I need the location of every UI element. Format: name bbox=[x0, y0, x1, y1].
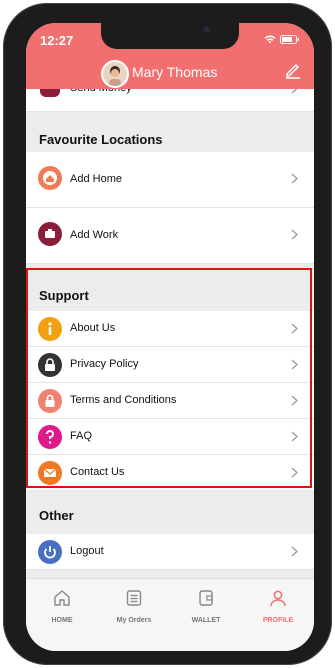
list-item-label: Add Work bbox=[70, 229, 119, 241]
section-title: Favourite Locations bbox=[39, 132, 163, 147]
status-time: 12:27 bbox=[40, 33, 74, 48]
battery-icon bbox=[280, 35, 299, 44]
status-icons bbox=[264, 35, 300, 44]
lock-icon bbox=[38, 389, 62, 413]
home-location-icon bbox=[38, 166, 62, 190]
app-screen: 12:27 Mary Thomas Send Money Favourite L… bbox=[26, 23, 314, 651]
notch bbox=[101, 23, 239, 49]
section-other: Other bbox=[26, 498, 314, 534]
list-item-label: Add Home bbox=[70, 173, 122, 185]
list-item-label: About Us bbox=[70, 322, 116, 334]
list-item-privacy-policy[interactable]: Privacy Policy bbox=[26, 347, 314, 383]
list-item-add-home[interactable]: Add Home bbox=[26, 152, 314, 208]
camera-icon bbox=[203, 26, 210, 33]
chevron-right-icon bbox=[291, 229, 298, 240]
section-title: Other bbox=[39, 508, 74, 523]
list-item-label: Terms and Conditions bbox=[70, 394, 177, 406]
list-item-label: Contact Us bbox=[70, 466, 125, 478]
orders-icon bbox=[126, 590, 142, 606]
wifi-icon bbox=[264, 35, 276, 44]
list-item-contact-us[interactable]: Contact Us bbox=[26, 455, 314, 491]
list-item-about-us[interactable]: About Us bbox=[26, 311, 314, 347]
edit-icon[interactable] bbox=[284, 61, 302, 79]
chevron-right-icon bbox=[291, 359, 298, 370]
info-icon bbox=[38, 317, 62, 341]
tab-my-orders[interactable]: My Orders bbox=[98, 589, 170, 624]
tab-home[interactable]: HOME bbox=[26, 589, 98, 624]
list-item-terms[interactable]: Terms and Conditions bbox=[26, 383, 314, 419]
section-favourite-locations: Favourite Locations bbox=[26, 122, 314, 152]
phone-frame: 12:27 Mary Thomas Send Money Favourite L… bbox=[3, 3, 332, 665]
chevron-right-icon bbox=[291, 395, 298, 406]
tab-label: WALLET bbox=[191, 617, 221, 624]
user-name: Mary Thomas bbox=[132, 64, 218, 80]
home-icon bbox=[54, 590, 70, 606]
chevron-right-icon bbox=[291, 173, 298, 184]
profile-icon bbox=[270, 590, 286, 607]
work-location-icon bbox=[38, 222, 62, 246]
chevron-right-icon bbox=[291, 467, 298, 478]
chevron-right-icon bbox=[291, 546, 298, 557]
tab-bar: HOME My Orders WALLET PROFILE bbox=[26, 578, 314, 651]
privacy-lock-icon bbox=[38, 353, 62, 377]
section-title: Support bbox=[39, 288, 89, 303]
chevron-right-icon bbox=[291, 323, 298, 334]
power-icon bbox=[38, 540, 62, 564]
list-item-label: Logout bbox=[70, 545, 104, 557]
list-item-faq[interactable]: FAQ bbox=[26, 419, 314, 455]
tab-wallet[interactable]: WALLET bbox=[170, 589, 242, 624]
avatar[interactable] bbox=[101, 60, 129, 88]
list-item-logout[interactable]: Logout bbox=[26, 534, 314, 570]
list-item-label: FAQ bbox=[70, 430, 93, 442]
question-icon bbox=[38, 425, 62, 449]
list-item-add-work[interactable]: Add Work bbox=[26, 208, 314, 264]
chevron-right-icon bbox=[291, 431, 298, 442]
tab-profile[interactable]: PROFILE bbox=[242, 589, 314, 624]
section-support: Support bbox=[26, 278, 314, 311]
tab-label: PROFILE bbox=[262, 617, 294, 624]
wallet-icon bbox=[199, 590, 213, 606]
tab-label: HOME bbox=[51, 617, 73, 624]
list-item-label: Privacy Policy bbox=[70, 358, 139, 370]
tab-label: My Orders bbox=[116, 617, 152, 624]
mail-icon bbox=[38, 461, 62, 485]
profile-list: Send Money Favourite Locations Add Home … bbox=[26, 77, 314, 570]
